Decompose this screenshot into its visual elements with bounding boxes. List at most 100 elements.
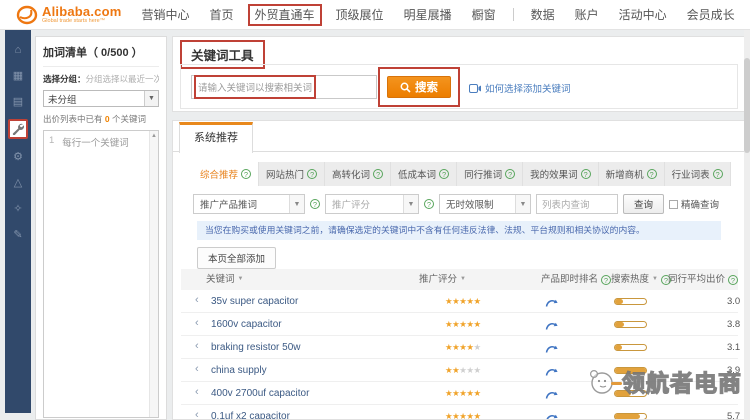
favorite-icon[interactable]: ✧	[9, 200, 27, 217]
help-icon[interactable]: ?	[505, 169, 515, 179]
rank-trend-icon[interactable]	[545, 341, 558, 359]
rank-trend-icon[interactable]	[545, 295, 558, 313]
keyword-cell[interactable]: 35v super capacitor	[211, 296, 298, 307]
heat-bar	[614, 413, 647, 420]
tab-system-recommend[interactable]: 系统推荐	[179, 122, 253, 153]
alert-triangle-icon[interactable]: △	[9, 174, 27, 191]
search-placeholder: 请输入关键词以搜索相关词	[198, 83, 312, 94]
sort-icon[interactable]: ▼	[460, 269, 466, 290]
subtab-网站热门[interactable]: 网站热门?	[259, 162, 325, 186]
help-icon[interactable]: ?	[713, 169, 723, 179]
help-icon[interactable]: ?	[307, 169, 317, 179]
product-filter-select[interactable]: 推广产品推词 ▼	[193, 194, 305, 214]
help-icon[interactable]: ?	[241, 169, 251, 179]
time-filter-select[interactable]: 无时效限制 ▼	[439, 194, 531, 214]
nav-item-顶级展位[interactable]: 顶级展位	[326, 0, 394, 30]
help-icon[interactable]: ?	[373, 169, 383, 179]
logo-text: Alibaba.com Global trade starts here™	[42, 6, 122, 24]
nav-item-明星展播[interactable]: 明星展播	[394, 0, 462, 30]
add-keyword-chevron-icon[interactable]: ‹	[195, 386, 199, 398]
rank-trend-icon[interactable]	[545, 364, 558, 382]
help-icon[interactable]: ?	[581, 169, 591, 179]
settings-gear-icon[interactable]: ⚙	[9, 148, 27, 165]
placeholder-annotation-box: 请输入关键词以搜索相关词	[194, 75, 316, 99]
help-icon[interactable]: ?	[310, 199, 320, 209]
alibaba-logo-icon	[16, 5, 38, 25]
keyword-cell[interactable]: braking resistor 50w	[211, 342, 300, 353]
avg-bid-value: 3.1	[727, 342, 740, 353]
nav-item-橱窗[interactable]: 橱窗	[462, 0, 506, 30]
sort-icon[interactable]: ▼	[238, 269, 244, 290]
how-to-add-keywords-link[interactable]: 如何选择添加关键词	[469, 81, 571, 95]
add-keyword-chevron-icon[interactable]: ‹	[195, 363, 199, 375]
rank-trend-icon[interactable]	[545, 318, 558, 336]
subtab-新增商机[interactable]: 新增商机?	[599, 162, 665, 186]
query-button[interactable]: 查询	[623, 194, 664, 214]
keyword-tool-wrench-icon[interactable]	[8, 119, 28, 139]
alibaba-logo[interactable]: Alibaba.com Global trade starts here™	[16, 5, 122, 25]
add-keyword-chevron-icon[interactable]: ‹	[195, 409, 199, 420]
subtab-label: 低成本词	[398, 167, 436, 181]
report-icon[interactable]: ▤	[9, 93, 27, 110]
nav-item-账户[interactable]: 账户	[565, 0, 609, 30]
chevron-down-icon: ▼	[403, 195, 418, 213]
subtab-我的效果词[interactable]: 我的效果词?	[523, 162, 599, 186]
nav-item-首页[interactable]: 首页	[200, 0, 244, 30]
nav-item-营销中心[interactable]: 营销中心	[132, 0, 200, 30]
search-button-annotation-box: 搜索	[378, 67, 460, 107]
subtab-同行推词[interactable]: 同行推词?	[457, 162, 523, 186]
help-icon[interactable]: ?	[601, 275, 611, 285]
keyword-cell[interactable]: 400v 2700uf capacitor	[211, 388, 309, 399]
search-icon	[400, 82, 411, 93]
add-keyword-chevron-icon[interactable]: ‹	[195, 340, 199, 352]
add-all-button[interactable]: 本页全部添加	[197, 247, 276, 269]
score-filter-select[interactable]: 推广评分 ▼	[325, 194, 419, 214]
scroll-up-icon[interactable]: ▲	[150, 133, 158, 139]
help-icon[interactable]: ?	[439, 169, 449, 179]
nav-item-外贸直通车[interactable]: 外贸直通车	[248, 4, 322, 26]
column-header[interactable]: 同行平均出价?	[668, 269, 738, 290]
home-icon[interactable]: ⌂	[9, 41, 27, 58]
subtab-行业词表[interactable]: 行业词表?	[665, 162, 731, 186]
nav-item-会员成长[interactable]: 会员成长	[677, 0, 745, 30]
keyword-tool-card: 关键词工具 请输入关键词以搜索相关词 搜索 如何选择添加关键	[172, 36, 745, 112]
column-header[interactable]: 产品即时排名?	[541, 269, 611, 290]
heat-bar-fill	[615, 322, 624, 327]
checkbox-icon[interactable]	[669, 200, 678, 209]
nav-item-方案中心[interactable]: 方案中心New	[745, 0, 750, 30]
help-icon[interactable]: ?	[424, 199, 434, 209]
add-keyword-chevron-icon[interactable]: ‹	[195, 317, 199, 329]
keyword-cell[interactable]: 0.1uf x2 capacitor	[211, 411, 290, 420]
nav-item-活动中心[interactable]: 活动中心	[609, 0, 677, 30]
subtab-label: 我的效果词	[530, 167, 578, 181]
add-keyword-chevron-icon[interactable]: ‹	[195, 294, 199, 306]
subtab-低成本词[interactable]: 低成本词?	[391, 162, 457, 186]
column-header[interactable]: 搜索热度▼?	[611, 269, 671, 290]
campaign-grid-icon[interactable]: ▦	[9, 67, 27, 84]
help-icon[interactable]: ?	[728, 275, 738, 285]
subtab-label: 行业词表	[672, 167, 710, 181]
page-scrollbar[interactable]	[744, 30, 750, 420]
keyword-textarea[interactable]: 1 每行一个关键词 ▲	[43, 130, 159, 418]
textarea-scrollbar[interactable]: ▲	[149, 131, 158, 417]
edit-icon[interactable]: ✎	[9, 226, 27, 243]
group-select[interactable]: 未分组 ▼	[43, 90, 159, 107]
subtab-综合推荐[interactable]: 综合推荐?	[193, 162, 259, 186]
subtab-高转化词[interactable]: 高转化词?	[325, 162, 391, 186]
rank-trend-icon[interactable]	[545, 410, 558, 420]
scrollbar-thumb[interactable]	[744, 58, 750, 153]
sort-icon[interactable]: ▼	[652, 269, 658, 290]
column-header[interactable]: 关键词▼	[206, 269, 243, 290]
keyword-cell[interactable]: china supply	[211, 365, 267, 376]
list-query-input[interactable]: 列表内查询	[536, 194, 618, 214]
rank-trend-icon[interactable]	[545, 387, 558, 405]
nav-item-数据[interactable]: 数据	[521, 0, 565, 30]
video-icon	[469, 84, 481, 93]
heat-bar	[614, 367, 647, 374]
keyword-search-input[interactable]: 请输入关键词以搜索相关词	[191, 75, 377, 99]
help-icon[interactable]: ?	[647, 169, 657, 179]
search-button[interactable]: 搜索	[387, 76, 451, 98]
exact-query-checkbox[interactable]: 精确查询	[669, 197, 719, 211]
column-header[interactable]: 推广评分▼	[419, 269, 466, 290]
keyword-cell[interactable]: 1600v capacitor	[211, 319, 282, 330]
